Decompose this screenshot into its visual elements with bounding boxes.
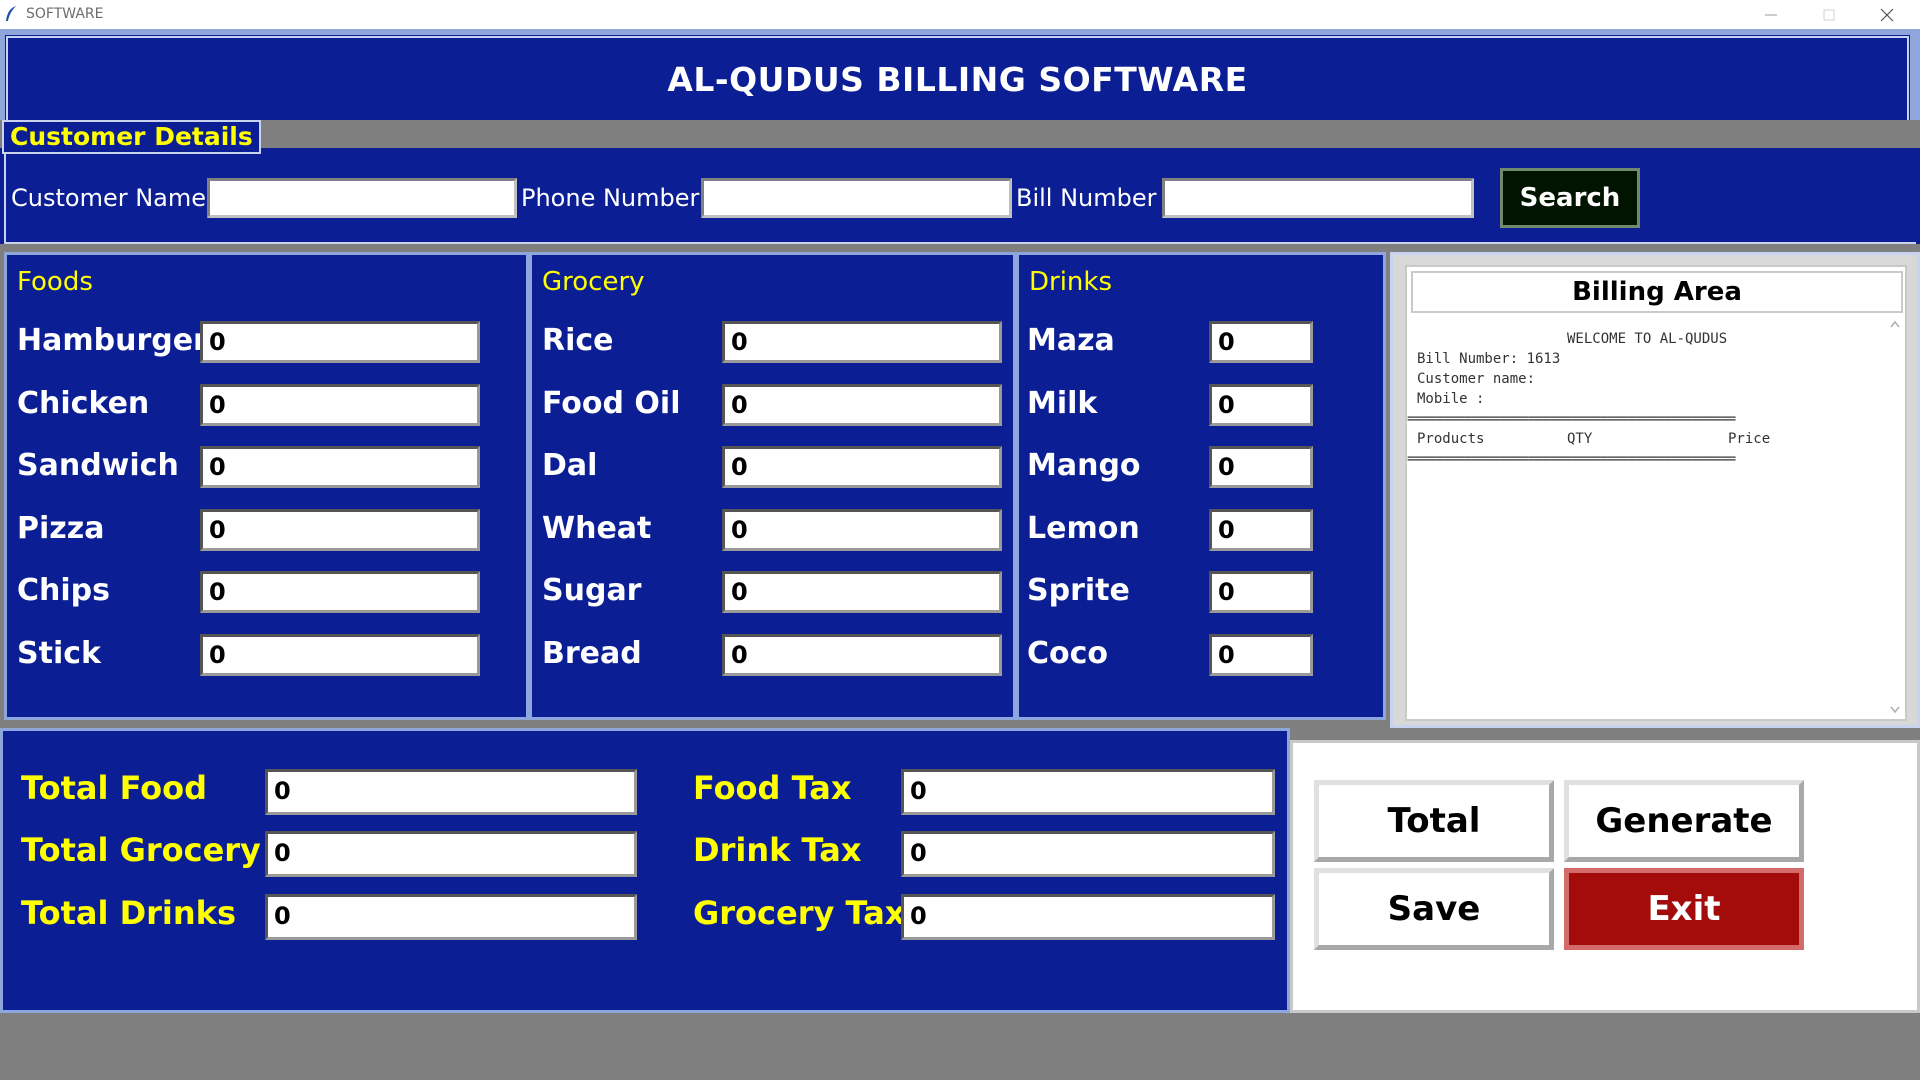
qty-input-maza[interactable]: 0 [1209, 321, 1313, 363]
qty-input-stick[interactable]: 0 [200, 634, 480, 676]
qty-input-hamburger[interactable]: 0 [200, 321, 480, 363]
save-button[interactable]: Save [1314, 868, 1554, 950]
item-label-mango: Mango [1027, 448, 1141, 483]
qty-input-chicken[interactable]: 0 [200, 384, 480, 426]
totals-panel: Total Food 0 Total Grocery 0 Total Drink… [0, 728, 1290, 1013]
grocery-tax-field[interactable]: 0 [901, 894, 1275, 940]
bill-mobile-line: Mobile : [1417, 391, 1485, 407]
qty-input-mango[interactable]: 0 [1209, 446, 1313, 488]
total-grocery-field[interactable]: 0 [265, 831, 637, 877]
item-label-chicken: Chicken [17, 386, 150, 421]
item-label-hamburger: Hamburger [17, 323, 208, 358]
drink-tax-label: Drink Tax [693, 831, 862, 869]
bill-customer-line: Customer name: [1417, 371, 1536, 387]
customer-details-strip [0, 120, 1920, 148]
item-label-sprite: Sprite [1027, 573, 1130, 608]
bill-scrollbar[interactable] [1887, 317, 1903, 717]
item-label-milk: Milk [1027, 386, 1098, 421]
item-label-maza: Maza [1027, 323, 1115, 358]
item-label-lemon: Lemon [1027, 511, 1140, 546]
qty-input-dal[interactable]: 0 [722, 446, 1002, 488]
qty-input-rice[interactable]: 0 [722, 321, 1002, 363]
phone-number-label: Phone Number [521, 184, 700, 212]
food-tax-label: Food Tax [693, 769, 852, 807]
qty-input-sprite[interactable]: 0 [1209, 571, 1313, 613]
drinks-panel: Drinks Maza 0 Milk 0 Mango 0 Lemon 0 Spr… [1016, 252, 1386, 720]
qty-input-food-oil[interactable]: 0 [722, 384, 1002, 426]
header-banner: AL-QUDUS BILLING SOFTWARE [0, 29, 1920, 129]
action-buttons-panel: Total Generate Save Exit [1290, 740, 1920, 1013]
total-drinks-field[interactable]: 0 [265, 894, 637, 940]
bill-textbox[interactable]: WELCOME TO AL-QUDUS Bill Number: 1613 Cust… [1407, 329, 1887, 469]
bill-col-price: Price [1728, 431, 1771, 447]
close-icon [1880, 8, 1894, 21]
billing-area: Billing Area WELCOME TO AL-QUDUS Bill Num… [1405, 265, 1907, 721]
qty-input-bread[interactable]: 0 [722, 634, 1002, 676]
exit-button[interactable]: Exit [1564, 868, 1804, 950]
item-label-bread: Bread [542, 636, 642, 671]
customer-name-label: Customer Name [11, 184, 207, 212]
maximize-icon [1823, 9, 1835, 20]
item-label-coco: Coco [1027, 636, 1109, 671]
qty-input-milk[interactable]: 0 [1209, 384, 1313, 426]
maximize-button[interactable] [1800, 0, 1858, 29]
item-label-stick: Stick [17, 636, 101, 671]
billing-area-frame: Billing Area WELCOME TO AL-QUDUS Bill Num… [1390, 252, 1920, 728]
billing-area-title: Billing Area [1411, 271, 1903, 313]
bill-col-products: Products [1417, 431, 1485, 447]
qty-input-sandwich[interactable]: 0 [200, 446, 480, 488]
window-titlebar: SOFTWARE [0, 0, 1920, 29]
total-grocery-label: Total Grocery [21, 831, 261, 869]
customer-name-input[interactable] [207, 178, 517, 218]
total-button[interactable]: Total [1314, 780, 1554, 862]
bill-column-headers: Products QTY Price [1417, 429, 1887, 449]
item-label-pizza: Pizza [17, 511, 105, 546]
grocery-panel: Grocery Rice 0 Food Oil 0 Dal 0 Wheat 0 … [529, 252, 1016, 720]
qty-input-chips[interactable]: 0 [200, 571, 480, 613]
header-frame: AL-QUDUS BILLING SOFTWARE [5, 35, 1910, 123]
item-label-chips: Chips [17, 573, 110, 608]
qty-input-pizza[interactable]: 0 [200, 509, 480, 551]
customer-details-section: Customer Details Customer Name Phone Num… [0, 120, 1920, 244]
item-label-wheat: Wheat [542, 511, 652, 546]
minimize-button[interactable] [1742, 0, 1800, 29]
bill-col-qty: QTY [1567, 431, 1593, 447]
minimize-icon [1765, 14, 1777, 15]
qty-input-lemon[interactable]: 0 [1209, 509, 1313, 551]
food-tax-field[interactable]: 0 [901, 769, 1275, 815]
bill-number-line: Bill Number: 1613 [1417, 351, 1561, 367]
item-label-dal: Dal [542, 448, 598, 483]
window-title: SOFTWARE [26, 6, 104, 22]
total-drinks-label: Total Drinks [21, 894, 236, 932]
foods-panel: Foods Hamburger 0 Chicken 0 Sandwich 0 P… [4, 252, 529, 720]
total-food-field[interactable]: 0 [265, 769, 637, 815]
bill-welcome: WELCOME TO AL-QUDUS [1567, 331, 1728, 347]
scroll-up-icon[interactable] [1890, 320, 1900, 328]
app-title: AL-QUDUS BILLING SOFTWARE [667, 59, 1248, 99]
grocery-title: Grocery [542, 267, 645, 297]
grocery-tax-label: Grocery Tax [693, 894, 906, 932]
scroll-down-icon[interactable] [1890, 706, 1900, 714]
item-label-rice: Rice [542, 323, 614, 358]
feather-icon [6, 6, 16, 21]
bill-number-input[interactable] [1162, 178, 1474, 218]
bill-separator-top: ========================================… [1407, 411, 1736, 427]
drinks-title: Drinks [1029, 267, 1113, 297]
customer-details-label: Customer Details [2, 120, 261, 154]
item-label-sandwich: Sandwich [17, 448, 179, 483]
bill-number-label: Bill Number [1016, 184, 1157, 212]
drink-tax-field[interactable]: 0 [901, 831, 1275, 877]
search-button[interactable]: Search [1500, 168, 1640, 228]
qty-input-wheat[interactable]: 0 [722, 509, 1002, 551]
total-food-label: Total Food [21, 769, 207, 807]
foods-title: Foods [17, 267, 93, 297]
bill-separator-bottom: ========================================… [1407, 451, 1736, 467]
qty-input-sugar[interactable]: 0 [722, 571, 1002, 613]
phone-number-input[interactable] [701, 178, 1012, 218]
item-label-food-oil: Food Oil [542, 386, 681, 421]
qty-input-coco[interactable]: 0 [1209, 634, 1313, 676]
item-label-sugar: Sugar [542, 573, 642, 608]
generate-button[interactable]: Generate [1564, 780, 1804, 862]
close-window-button[interactable] [1858, 0, 1916, 29]
